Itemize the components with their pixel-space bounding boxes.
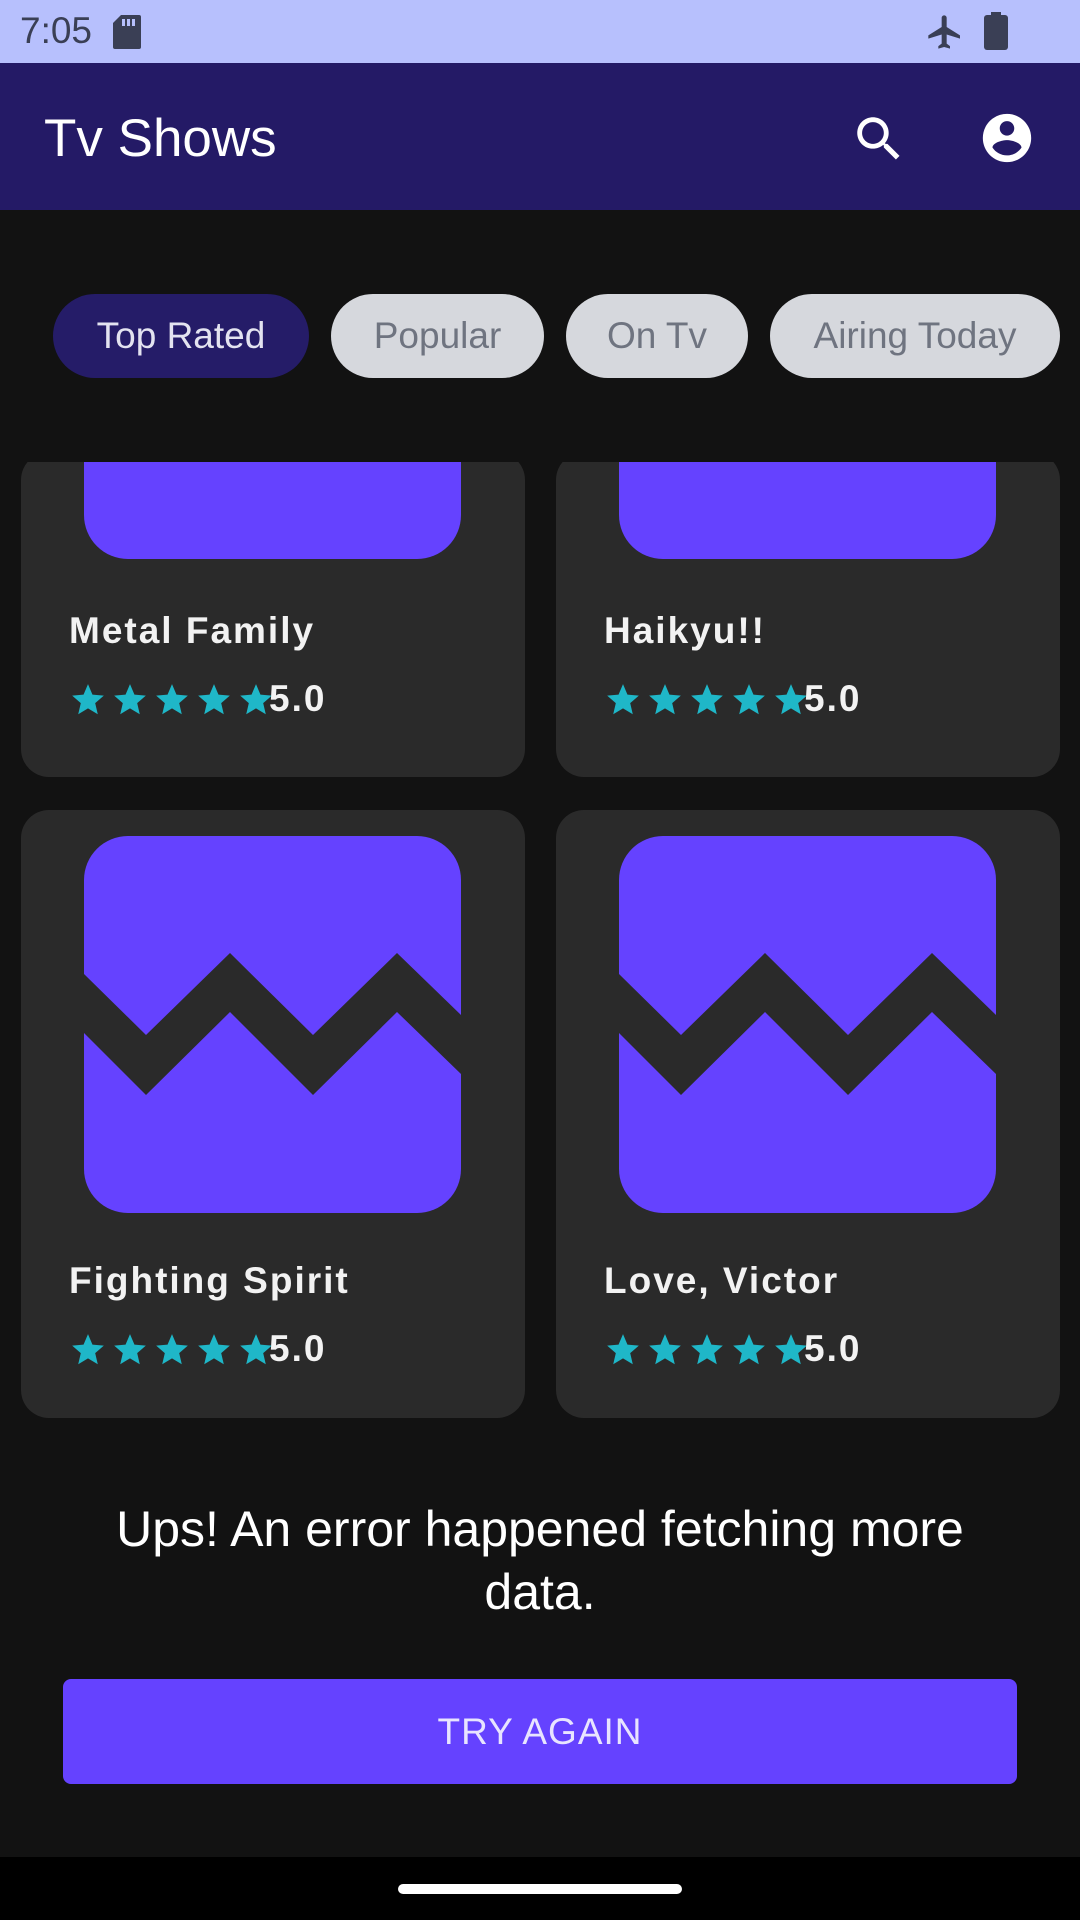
poster-placeholder-icon: [84, 462, 461, 559]
rating-value: 5.0: [269, 1328, 327, 1369]
show-card[interactable]: Metal Family 5.0: [21, 462, 525, 777]
star-icon: [72, 1334, 104, 1365]
show-title: Fighting Spirit: [69, 1260, 350, 1301]
star-icon: [114, 684, 146, 715]
star-icon: [733, 1334, 765, 1365]
tab-on-tv[interactable]: On Tv: [566, 294, 748, 378]
show-title: Haikyu!!: [604, 610, 766, 651]
tab-airing-today[interactable]: Airing Today: [770, 294, 1060, 378]
sd-card-icon: [113, 15, 141, 54]
show-card[interactable]: Haikyu!! 5.0: [556, 462, 1060, 777]
star-icon: [114, 1334, 146, 1365]
battery-icon: [984, 12, 1008, 55]
show-title: Metal Family: [69, 610, 316, 651]
rating-value: 5.0: [804, 678, 862, 719]
airplane-mode-icon: [925, 12, 965, 57]
star-icon: [691, 1334, 723, 1365]
show-title: Love, Victor: [604, 1260, 840, 1301]
star-icon: [156, 1334, 188, 1365]
error-message: Ups! An error happened fetching more dat…: [116, 1501, 964, 1620]
status-time: 7:05: [20, 10, 93, 51]
star-icon: [198, 684, 230, 715]
star-icon: [691, 684, 723, 715]
poster-placeholder-icon: [619, 462, 996, 559]
star-icon: [607, 684, 639, 715]
star-icon: [649, 1334, 681, 1365]
rating-value: 5.0: [269, 678, 327, 719]
show-card[interactable]: Love, Victor 5.0: [556, 810, 1060, 1418]
poster-placeholder-icon: [84, 836, 461, 1213]
app-bar: Tv Shows: [0, 63, 1080, 210]
star-icon: [733, 684, 765, 715]
star-icon: [198, 1334, 230, 1365]
show-card[interactable]: Fighting Spirit 5.0: [21, 810, 525, 1418]
try-again-button[interactable]: TRY AGAIN: [63, 1679, 1017, 1784]
star-rating: [604, 1331, 810, 1369]
tab-top-rated[interactable]: Top Rated: [53, 294, 309, 378]
star-rating: [69, 681, 275, 719]
app-title: Tv Shows: [44, 109, 277, 168]
star-icon: [649, 684, 681, 715]
star-icon: [72, 684, 104, 715]
tab-popular[interactable]: Popular: [331, 294, 544, 378]
search-icon[interactable]: [850, 110, 908, 168]
rating-value: 5.0: [804, 1328, 862, 1369]
poster-placeholder-icon: [619, 836, 996, 1213]
star-icon: [156, 684, 188, 715]
show-grid[interactable]: Metal Family 5.0 Haikyu!! 5.0 Fighting S…: [0, 462, 1080, 1422]
star-rating: [604, 681, 810, 719]
status-bar: 7:05: [0, 0, 1080, 63]
account-circle-icon[interactable]: [978, 109, 1036, 167]
star-icon: [607, 1334, 639, 1365]
star-rating: [69, 1331, 275, 1369]
home-gesture-handle[interactable]: [398, 1884, 682, 1894]
